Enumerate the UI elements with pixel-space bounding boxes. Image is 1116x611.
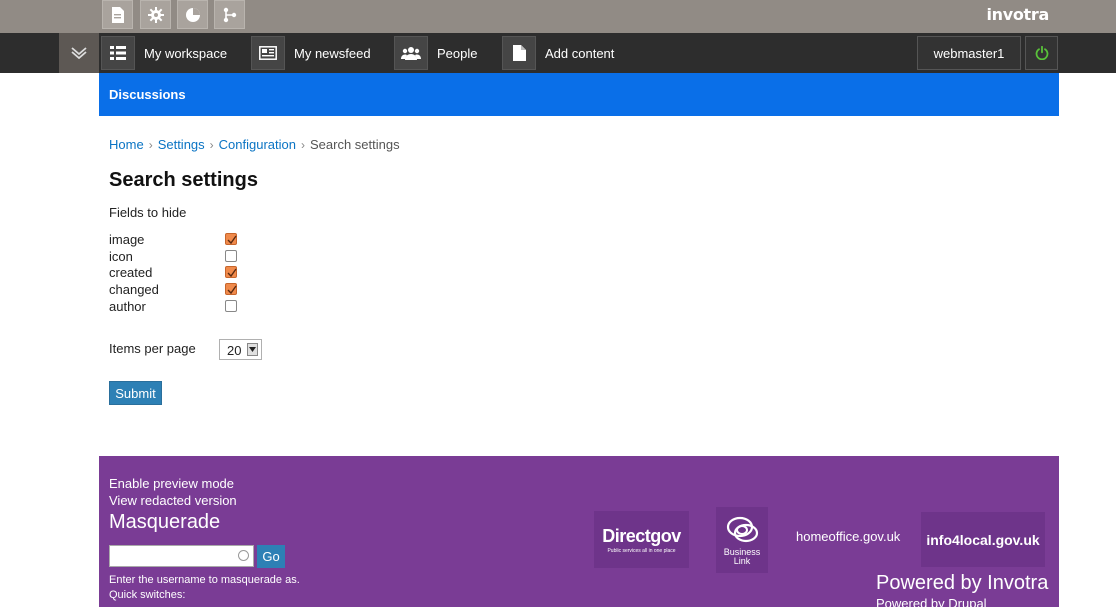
- field-checkbox[interactable]: [225, 283, 237, 295]
- nav-item-add-content[interactable]: Add content: [502, 33, 614, 73]
- business-link-swirl-icon: [726, 516, 759, 543]
- field-checkbox-row: icon: [109, 249, 249, 266]
- field-checkbox-label: image: [109, 232, 145, 247]
- field-checkbox-label: changed: [109, 282, 159, 297]
- nav-item-label: Add content: [545, 45, 615, 61]
- items-per-page-label: Items per page: [109, 341, 196, 356]
- info4local-logo[interactable]: info4local.gov.uk: [921, 512, 1045, 567]
- view-redacted-version-link[interactable]: View redacted version: [109, 493, 237, 508]
- nav-item-my-workspace[interactable]: My workspace: [101, 33, 227, 73]
- field-checkbox-label: created: [109, 265, 153, 280]
- nav-item-label: My workspace: [144, 45, 228, 61]
- field-checkbox-label: icon: [109, 249, 133, 264]
- admin-toolbar: invotra: [0, 0, 1116, 33]
- business-link-text-2: Link: [733, 556, 751, 566]
- submit-button[interactable]: Submit: [109, 381, 162, 405]
- nav-item-people[interactable]: People: [394, 33, 477, 73]
- share-icon[interactable]: [214, 0, 245, 29]
- user-menu-button[interactable]: webmaster1: [917, 36, 1021, 70]
- directgov-logo[interactable]: Directgov Public services all in one pla…: [594, 511, 689, 568]
- directgov-tagline: Public services all in one place: [607, 547, 676, 554]
- users-icon: [394, 36, 428, 70]
- powered-by-drupal[interactable]: Powered by Drupal: [876, 596, 987, 611]
- pie-chart-icon[interactable]: [177, 0, 208, 29]
- field-checkbox-row: author: [109, 299, 249, 316]
- breadcrumb: Home › Settings › Configuration › Search…: [109, 137, 400, 152]
- business-link-logo[interactable]: Business Link: [716, 507, 768, 573]
- chevron-right-icon: ›: [148, 137, 153, 152]
- field-checkbox-row: image: [109, 232, 249, 249]
- breadcrumb-configuration[interactable]: Configuration: [219, 137, 296, 152]
- breadcrumb-settings[interactable]: Settings: [158, 137, 205, 152]
- powered-by-invotra[interactable]: Powered by Invotra: [876, 572, 1048, 595]
- gear-icon[interactable]: [140, 0, 171, 29]
- nav-item-my-newsfeed[interactable]: My newsfeed: [251, 33, 371, 73]
- items-per-page-value: 20: [227, 343, 242, 358]
- list-icon: [101, 36, 135, 70]
- chevron-right-icon: ›: [301, 137, 305, 152]
- page-title: Search settings: [109, 169, 258, 191]
- breadcrumb-current: Search settings: [310, 137, 400, 152]
- field-checkbox[interactable]: [225, 233, 237, 245]
- brand-logo[interactable]: invotra: [986, 5, 1049, 24]
- field-checkbox[interactable]: [225, 300, 237, 312]
- nav-item-label: My newsfeed: [294, 45, 371, 61]
- autocomplete-icon: [238, 550, 249, 561]
- go-button[interactable]: Go: [257, 545, 285, 568]
- power-icon[interactable]: [1025, 36, 1058, 70]
- masquerade-title: Masquerade: [109, 511, 221, 533]
- masquerade-hint: Enter the username to masquerade as.: [109, 574, 300, 586]
- directgov-logo-text: Directgov: [602, 525, 681, 546]
- main-navbar: My workspace My newsfeed People Add cont…: [0, 33, 1116, 73]
- section-header: Discussions: [99, 73, 1059, 116]
- enable-preview-mode-link[interactable]: Enable preview mode: [109, 476, 234, 491]
- file-icon: [502, 36, 536, 70]
- nav-item-label: People: [437, 45, 478, 61]
- quick-switches-label: Quick switches:: [109, 589, 186, 601]
- masquerade-input[interactable]: [109, 545, 254, 567]
- fields-to-hide-label: Fields to hide: [109, 205, 187, 220]
- footer: Enable preview mode View redacted versio…: [99, 456, 1059, 611]
- field-checkbox-row: created: [109, 265, 249, 282]
- homeoffice-logo[interactable]: homeoffice.gov.uk: [796, 529, 900, 544]
- document-icon[interactable]: [102, 0, 133, 29]
- field-checkbox[interactable]: [225, 266, 237, 278]
- chevron-right-icon: ›: [209, 137, 214, 152]
- section-title[interactable]: Discussions: [109, 87, 186, 102]
- field-checkbox-label: author: [109, 299, 146, 314]
- newspaper-icon: [251, 36, 285, 70]
- chevron-down-icon[interactable]: [59, 33, 99, 73]
- breadcrumb-home[interactable]: Home: [109, 137, 144, 152]
- dropdown-arrow-icon: [247, 343, 258, 356]
- field-checkbox[interactable]: [225, 250, 237, 262]
- items-per-page-select[interactable]: 20: [219, 339, 262, 360]
- field-checkbox-row: changed: [109, 282, 249, 299]
